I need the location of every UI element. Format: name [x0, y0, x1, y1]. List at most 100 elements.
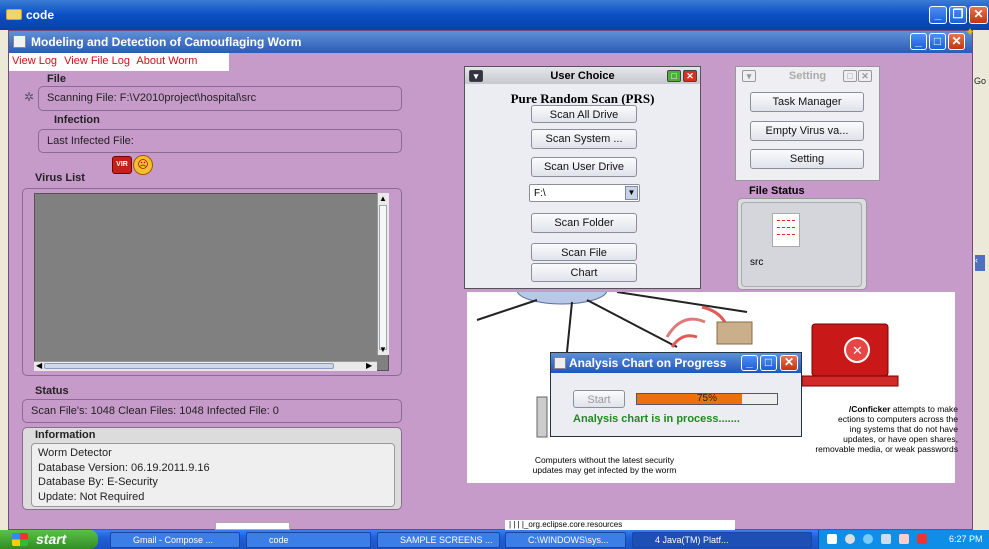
network-line — [476, 299, 538, 321]
right-caption: /Conficker attempts to make ections to c… — [798, 404, 958, 454]
task-java[interactable]: 4 Java(TM) Platf... — [632, 532, 812, 548]
dialog-maximize-button[interactable]: □ — [667, 70, 681, 82]
drive-select[interactable]: F:\ ▼ — [529, 184, 640, 202]
java-icon — [13, 35, 26, 48]
file-status-label: File Status — [749, 185, 805, 197]
progress-title: Analysis Chart on Progress — [569, 356, 727, 370]
progress-minimize-button[interactable]: _ — [741, 355, 758, 371]
analysis-progress-dialog: Analysis Chart on Progress _ □ ✕ Start 7… — [550, 352, 802, 437]
last-infected-text: Last Infected File: — [47, 135, 134, 147]
tray-antivirus-icon[interactable] — [917, 534, 927, 544]
virus-list-area[interactable] — [34, 193, 389, 371]
last-infected-field: Last Infected File: — [38, 129, 402, 153]
close-button[interactable]: ✕ — [969, 6, 988, 24]
scan-user-drive-button[interactable]: Scan User Drive — [531, 157, 637, 177]
network-line — [616, 291, 748, 313]
eclipse-fragment: | | | |_org.eclipse.core.resources — [505, 520, 735, 530]
outer-title-bar[interactable]: code — [0, 0, 989, 30]
right-caption-text: attempts to make — [890, 404, 958, 414]
tray-app-icon[interactable] — [827, 534, 837, 544]
app-close-button[interactable]: ✕ — [948, 33, 965, 50]
menu-about-worm[interactable]: About Worm — [136, 55, 197, 67]
app-minimize-button[interactable]: _ — [910, 33, 927, 50]
dialog-close-button[interactable]: ✕ — [683, 70, 697, 82]
outer-window-title: code — [26, 8, 55, 22]
tray-monitor-icon[interactable] — [881, 534, 891, 544]
user-choice-title-bar[interactable]: User Choice — [465, 67, 700, 84]
task-manager-button[interactable]: Task Manager — [750, 92, 864, 112]
menu-view-file-log[interactable]: View File Log — [64, 55, 130, 67]
start-button[interactable]: Start — [573, 390, 625, 408]
java-icon — [554, 357, 566, 369]
progress-maximize-button[interactable]: □ — [760, 355, 777, 371]
left-caption: Computers without the latest security up… — [532, 455, 677, 475]
windows-logo-icon — [12, 533, 28, 546]
system-tray: 6:27 PM — [818, 530, 989, 549]
setting-menu-icon[interactable]: ▾ — [742, 70, 756, 82]
network-line — [566, 301, 573, 353]
task-cmd[interactable]: C:\WINDOWS\sys... — [505, 532, 626, 548]
progress-close-button[interactable]: ✕ — [780, 355, 798, 371]
menu-view-log[interactable]: View Log — [12, 55, 57, 67]
scan-spinner-icon: ✲ — [24, 90, 35, 104]
virus-list-vscroll-thumb[interactable] — [379, 205, 387, 350]
start-button[interactable]: start — [0, 530, 98, 549]
scroll-left-icon[interactable]: ◀ — [36, 361, 42, 370]
information-label: Information — [35, 429, 96, 441]
clock[interactable]: 6:27 PM — [949, 534, 983, 544]
tray-network-icon[interactable] — [845, 534, 855, 544]
task-sample-screens[interactable]: SAMPLE SCREENS ... — [377, 532, 500, 548]
tray-volume-icon[interactable] — [899, 534, 909, 544]
chevron-down-icon[interactable]: ▼ — [625, 186, 638, 200]
chart-button[interactable]: Chart — [531, 263, 637, 282]
tower-shape — [536, 396, 548, 438]
restore-button[interactable]: ❐ — [949, 6, 967, 24]
right-caption-line: ing systems that do not have — [849, 424, 958, 434]
dialog-menu-icon[interactable]: ▾ — [469, 70, 483, 82]
status-text: Scan File's: 1048 Clean Files: 1048 Infe… — [31, 405, 279, 417]
setting-maximize-button[interactable]: □ — [843, 70, 857, 82]
right-edge-text: Go — [974, 76, 987, 86]
info-line: Worm Detector — [38, 447, 112, 459]
app-title-bar[interactable]: Modeling and Detection of Camouflaging W… — [9, 31, 972, 53]
folder-icon — [6, 9, 22, 20]
app-maximize-button[interactable]: □ — [929, 33, 946, 50]
tray-security-icon[interactable] — [863, 534, 873, 544]
drive-select-value: F:\ — [534, 188, 546, 199]
user-choice-dialog: User Choice ▾ □ ✕ Pure Random Scan (PRS)… — [464, 66, 701, 289]
chevron-left-icon[interactable]: ‹ — [975, 255, 985, 271]
warning-mark: ✕ — [852, 344, 863, 359]
scan-system-button[interactable]: Scan System ... — [531, 129, 637, 149]
scroll-down-icon[interactable]: ▼ — [379, 345, 387, 354]
virus-list-label: Virus List — [35, 172, 85, 184]
scroll-right-icon[interactable]: ▶ — [366, 361, 372, 370]
virus-list-hscroll-thumb[interactable] — [44, 363, 334, 369]
file-status-panel: src — [741, 202, 862, 287]
scan-folder-button[interactable]: Scan Folder — [531, 213, 637, 233]
scan-file-button[interactable]: Scan File — [531, 243, 637, 261]
status-field: Scan File's: 1048 Clean Files: 1048 Infe… — [22, 399, 402, 423]
task-code[interactable]: code — [246, 532, 371, 548]
signal-arc — [665, 317, 706, 338]
minimize-button[interactable]: _ — [929, 6, 947, 24]
right-caption-line: updates, or have open shares, — [843, 434, 958, 444]
info-line: Database Version: 06.19.2011.9.16 — [38, 461, 210, 474]
setting-dialog: Setting ▾ □ ✕ Task Manager Empty Virus v… — [735, 66, 880, 181]
information-content: Worm Detector Database Version: 06.19.20… — [31, 443, 395, 507]
scan-all-drive-button[interactable]: Scan All Drive — [531, 105, 637, 123]
app-title: Modeling and Detection of Camouflaging W… — [31, 35, 302, 49]
router-shape — [716, 321, 753, 345]
document-icon — [772, 213, 800, 247]
network-line — [586, 299, 678, 348]
file-section-label: File — [47, 73, 66, 85]
menu-bar: View Log View File Log About Worm — [9, 53, 229, 71]
setting-title: Setting — [788, 70, 827, 82]
info-line: Update: Not Required — [38, 490, 145, 503]
worm-face-icon: ☹ — [133, 155, 153, 175]
laptop-base — [801, 375, 899, 387]
setting-close-button[interactable]: ✕ — [858, 70, 872, 82]
setting-button[interactable]: Setting — [750, 149, 864, 169]
scroll-up-icon[interactable]: ▲ — [379, 194, 387, 203]
task-gmail[interactable]: Gmail - Compose ... — [110, 532, 240, 548]
empty-virus-vault-button[interactable]: Empty Virus va... — [750, 121, 864, 141]
